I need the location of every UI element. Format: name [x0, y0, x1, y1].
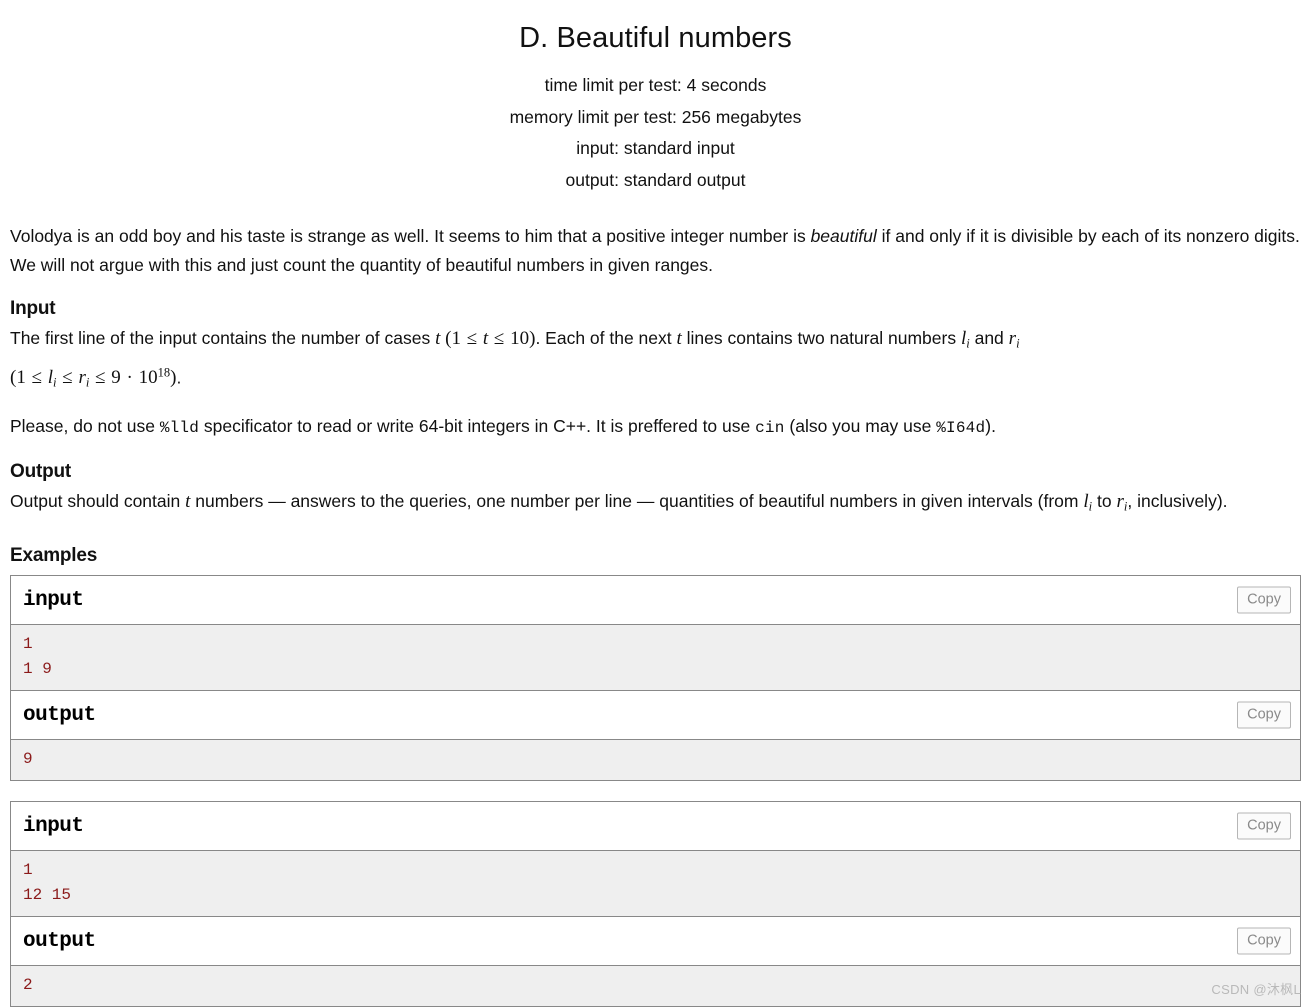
input-note-paragraph: Please, do not use %lld specificator to … — [10, 412, 1301, 443]
page-title: D. Beautiful numbers — [519, 22, 792, 54]
input-text-c: lines contains two natural numbers — [681, 328, 961, 349]
input-text-b: . Each of the next — [535, 328, 677, 349]
math-var-l-i-2: li — [1083, 490, 1093, 514]
output-text-b: numbers — answers to the queries, one nu… — [190, 490, 1084, 511]
sample-2-input-header: input Copy — [11, 802, 1300, 852]
math-var-l-i: li — [960, 328, 970, 351]
sample-1-output-header: output Copy — [11, 691, 1300, 741]
note-text-a: Please, do not use — [10, 415, 160, 436]
problem-statement-page: D. Beautiful numbers time limit per test… — [0, 0, 1311, 1007]
note-text-c: (also you may use — [784, 415, 937, 436]
legend-text-a: Volodya is an odd boy and his taste is s… — [10, 226, 811, 247]
sample-1-input-header: input Copy — [11, 576, 1300, 626]
output-description-paragraph: Output should contain t numbers — answer… — [10, 487, 1301, 522]
note-text-b: specificator to read or write 64-bit int… — [199, 415, 756, 436]
problem-header: D. Beautiful numbers time limit per test… — [10, 0, 1301, 196]
sample-tests: input Copy 1 1 9 output Copy 9 input Cop… — [10, 575, 1301, 1007]
sample-1-output-content[interactable]: 9 — [11, 740, 1300, 782]
note-text-d: ). — [985, 415, 996, 436]
code-lld: %lld — [159, 418, 200, 437]
legend-emphasis: beautiful — [810, 226, 877, 247]
math-var-r-i-2: ri — [1116, 490, 1128, 514]
output-section-heading: Output — [10, 460, 72, 482]
input-section-heading: Input — [10, 298, 56, 320]
output-text-a: Output should contain — [10, 490, 186, 511]
math-range-t: (1 ≤ t ≤ 10) — [445, 328, 536, 350]
output-text-c: to — [1092, 490, 1117, 511]
sample-1-output-label: output — [23, 704, 96, 728]
input-text-d: and — [969, 328, 1009, 349]
sample-2-output-content[interactable]: 2 — [11, 966, 1300, 1007]
input-mode-line: input: standard input — [576, 138, 735, 159]
input-text-period: . — [176, 367, 182, 388]
copy-button-sample-1-input[interactable]: Copy — [1237, 586, 1291, 614]
csdn-watermark: CSDN @沐枫L — [1211, 982, 1301, 997]
math-var-r-i: ri — [1008, 328, 1020, 351]
sample-1-input-label: input — [23, 589, 84, 613]
sample-2-input-label: input — [23, 815, 84, 839]
copy-button-sample-2-output[interactable]: Copy — [1237, 927, 1291, 955]
copy-button-sample-1-output[interactable]: Copy — [1237, 701, 1291, 729]
code-cin: cin — [755, 418, 785, 437]
output-mode-line: output: standard output — [565, 169, 746, 190]
memory-limit-line: memory limit per test: 256 megabytes — [509, 106, 802, 127]
input-text-a: The first line of the input contains the… — [10, 328, 436, 349]
input-description-paragraph: The first line of the input contains the… — [10, 324, 1301, 398]
code-i64d: %I64d — [936, 418, 986, 437]
examples-heading: Examples — [10, 545, 98, 567]
sample-test-1: input Copy 1 1 9 output Copy 9 — [10, 575, 1301, 782]
statement-body: Volodya is an odd boy and his taste is s… — [10, 222, 1301, 1007]
legend-paragraph: Volodya is an odd boy and his taste is s… — [10, 222, 1301, 280]
sample-2-output-label: output — [23, 930, 96, 954]
sample-2-input-content[interactable]: 1 12 15 — [11, 851, 1300, 918]
sample-2-output-header: output Copy — [11, 917, 1300, 967]
output-text-d: , inclusively). — [1127, 490, 1228, 511]
time-limit-line: time limit per test: 4 seconds — [544, 75, 767, 96]
sample-1-input-content[interactable]: 1 1 9 — [11, 625, 1300, 692]
copy-button-sample-2-input[interactable]: Copy — [1237, 812, 1291, 840]
sample-test-2: input Copy 1 12 15 output Copy 2 — [10, 801, 1301, 1007]
math-range-l-r: (1 ≤ li ≤ ri ≤ 9 · 1018) — [10, 365, 177, 390]
